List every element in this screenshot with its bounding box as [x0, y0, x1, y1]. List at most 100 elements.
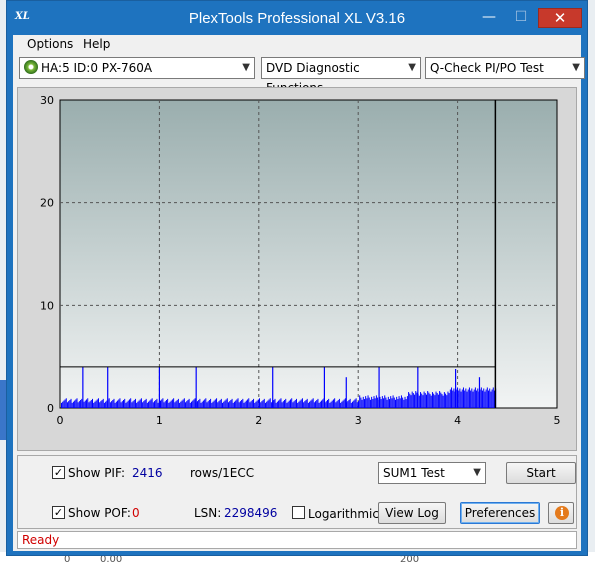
- pif-bar: [342, 400, 344, 408]
- test-select[interactable]: Q-Check PI/PO Test ▼: [425, 57, 585, 79]
- pif-bar: [192, 400, 194, 408]
- pif-bar: [461, 389, 463, 408]
- pif-bar: [103, 402, 105, 408]
- pif-bar: [114, 402, 116, 408]
- show-pif-checkbox[interactable]: ✓: [52, 466, 65, 479]
- pif-bar: [131, 402, 133, 408]
- pif-bar: [445, 393, 447, 408]
- pif-bar: [288, 400, 290, 408]
- start-button[interactable]: Start: [506, 462, 576, 484]
- pif-bar: [102, 398, 104, 408]
- pif-bar: [134, 398, 136, 408]
- pif-bar: [429, 394, 431, 408]
- menu-options[interactable]: Options: [27, 37, 73, 51]
- pif-bar: [489, 388, 491, 408]
- pif-bar: [157, 402, 159, 408]
- pif-bar: [133, 400, 135, 408]
- pif-bar: [167, 398, 169, 408]
- pif-bar: [143, 401, 145, 408]
- pif-bar: [396, 396, 398, 408]
- pif-bar: [359, 395, 361, 408]
- info-button[interactable]: i: [548, 502, 574, 524]
- pif-bar: [94, 401, 96, 408]
- pif-bar: [150, 399, 152, 408]
- pif-bar: [254, 402, 256, 408]
- pif-bar: [196, 401, 198, 408]
- view-log-button[interactable]: View Log: [378, 502, 446, 524]
- pif-bar: [77, 402, 79, 408]
- pif-bar: [84, 400, 86, 408]
- pif-bar: [155, 400, 157, 408]
- maximize-button[interactable]: ☐: [507, 8, 535, 28]
- pif-bar: [237, 398, 239, 408]
- sum-test-select[interactable]: SUM1 Test ▼: [378, 462, 486, 484]
- pif-bar: [421, 393, 423, 408]
- pif-bar: [205, 398, 207, 408]
- function-select[interactable]: DVD Diagnostic Functions ▼: [261, 57, 421, 95]
- pif-bar: [208, 400, 210, 408]
- pif-bar: [367, 395, 369, 408]
- title-bar[interactable]: XL PlexTools Professional XL V3.16 — ☐ ✕: [7, 1, 587, 35]
- pif-bar: [430, 395, 432, 408]
- pif-bar: [316, 400, 318, 408]
- pif-bar: [402, 397, 404, 408]
- pif-bar: [211, 402, 213, 408]
- show-pof-label: Show POF:: [68, 506, 131, 520]
- pif-bar: [361, 399, 363, 408]
- pif-bar: [113, 398, 115, 408]
- pif-bar: [111, 401, 113, 408]
- pif-bar: [90, 400, 92, 408]
- pif-bar: [267, 400, 269, 408]
- pif-bar: [247, 399, 249, 408]
- window-client-area: Options Help HA:5 ID:0 PX-760A ▼ DVD Dia…: [13, 35, 585, 551]
- logarithmic-checkbox[interactable]: [292, 506, 305, 519]
- pif-bar: [280, 398, 282, 408]
- pif-bar: [86, 399, 88, 408]
- pif-bar: [285, 398, 287, 408]
- pif-bar: [154, 401, 156, 408]
- pif-bar: [193, 399, 195, 408]
- pif-bar: [64, 399, 66, 408]
- pif-bar: [325, 401, 327, 408]
- pif-bar: [291, 398, 293, 408]
- pif-bar: [255, 401, 257, 408]
- pif-bar: [146, 402, 148, 408]
- pif-bar: [483, 388, 485, 408]
- pif-bar: [353, 400, 355, 408]
- pif-bar: [140, 398, 142, 408]
- pif-bar: [485, 389, 487, 408]
- pif-bar: [165, 400, 167, 408]
- pif-bar: [462, 387, 464, 408]
- drive-select[interactable]: HA:5 ID:0 PX-760A ▼: [19, 57, 255, 79]
- pif-bar: [249, 402, 251, 408]
- pif-bar: [371, 396, 373, 408]
- show-pof-checkbox[interactable]: ✓: [52, 506, 65, 519]
- menu-help[interactable]: Help: [83, 37, 110, 51]
- pif-bar: [354, 399, 356, 408]
- pif-bar: [337, 400, 339, 408]
- pif-bar: [439, 391, 441, 408]
- pif-bar: [466, 391, 468, 408]
- pif-bar: [447, 391, 449, 408]
- pif-bar: [381, 396, 383, 408]
- pif-bar: [427, 391, 429, 408]
- pif-bar: [307, 402, 309, 408]
- minimize-button[interactable]: —: [475, 8, 503, 28]
- pif-bar: [264, 402, 266, 408]
- close-button[interactable]: ✕: [538, 8, 582, 28]
- pif-bar: [261, 401, 263, 408]
- pif-bar: [355, 398, 357, 408]
- pif-bar: [216, 398, 218, 408]
- pif-bar: [459, 388, 461, 408]
- controls-panel: ✓ Show PIF: 2416 rows/1ECC SUM1 Test ▼ S…: [17, 455, 577, 529]
- preferences-button[interactable]: Preferences: [460, 502, 540, 524]
- pif-bar: [115, 401, 117, 408]
- pif-bar: [226, 398, 228, 408]
- pif-bar: [362, 396, 364, 408]
- x-tick-label: 2: [255, 414, 262, 427]
- pif-bar: [375, 395, 377, 408]
- pif-bar: [164, 401, 166, 408]
- pif-bar: [248, 398, 250, 408]
- pif-bar: [89, 401, 91, 408]
- pif-bar: [465, 388, 467, 408]
